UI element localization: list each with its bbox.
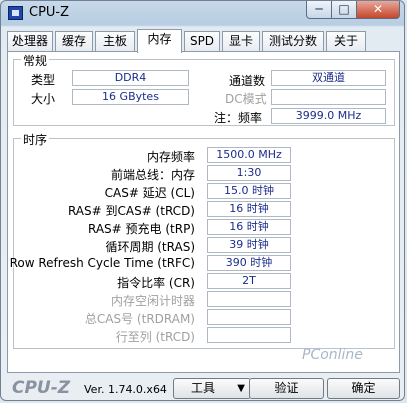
version-label: Ver. 1.74.0.x64 [84,383,167,396]
channels-value: 双通道 [271,70,386,86]
timing-label: 总CAS号 (tRDRAM) [84,312,195,326]
timing-value: 16 时钟 [207,219,291,235]
timing-label: RAS# 预充电 (tRP) [87,222,195,236]
minimize-button[interactable]: ─ [306,1,332,19]
timing-label: CAS# 延迟 (CL) [104,186,195,200]
tab-spd[interactable]: SPD [184,31,220,51]
general-group: 常规 类型 DDR4 大小 16 GBytes 通道数 双通道 DC模式 注：频… [13,52,395,126]
tab-graphics[interactable]: 显卡 [222,31,260,51]
timing-value: 1:30 [207,165,291,181]
timing-value: 15.0 时钟 [207,183,291,199]
tab-cache[interactable]: 缓存 [55,31,93,51]
timing-value: 390 时钟 [207,255,291,271]
timing-label: 指令比率 (CR) [117,276,195,290]
timing-value [207,291,291,307]
cpuz-window: CPU-Z ─ □ ✕ 处理器 缓存 主板 内存 SPD 显卡 测试分数 关于 … [0,0,405,401]
window-title: CPU-Z [29,5,70,20]
timing-value: 1500.0 MHz [207,147,291,163]
timing-label: 内存频率 [146,150,195,164]
channels-label: 通道数 [229,74,266,88]
cpu-z-logo: CPU-Z [12,378,71,398]
timing-value [207,327,291,343]
timing-label: 循环周期 (tRAS) [105,240,195,254]
maximize-button[interactable]: □ [331,1,357,19]
dc-mode-label: DC模式 [225,92,267,106]
tools-button[interactable]: 工具 ▼ [173,378,251,399]
timing-value [207,309,291,325]
close-button[interactable]: ✕ [356,1,400,19]
dc-mode-value [271,89,386,105]
timing-value: 39 时钟 [207,237,291,253]
tab-memory[interactable]: 内存 [137,29,182,53]
size-value: 16 GBytes [72,89,189,105]
frequency-value: 3999.0 MHz [271,108,386,124]
timing-label: Row Refresh Cycle Time (tRFC) [9,256,195,270]
tab-processor[interactable]: 处理器 [7,31,53,51]
tools-button-label: 工具 [191,381,216,395]
timing-label: 前端总线：内存 [110,168,195,182]
cpu-z-app-icon [8,6,23,20]
timings-group: 时序 内存频率 1500.0 MHz 前端总线：内存 1:30 CAS# 延迟 (CL)… [9,131,395,349]
tab-about[interactable]: 关于 [326,31,366,51]
timing-label: 内存空闲计时器 [110,294,195,308]
memory-tab-content: 常规 类型 DDR4 大小 16 GBytes 通道数 双通道 DC模式 注：频… [7,51,400,373]
timing-value: 2T [207,273,291,289]
pconline-watermark: PConline [302,347,363,363]
general-group-title: 常规 [21,52,50,69]
tab-mainboard[interactable]: 主板 [95,31,135,51]
type-label: 类型 [31,73,56,87]
timing-label: 行至列 (tRCD) [115,330,195,344]
type-value: DDR4 [72,70,189,86]
timings-group-title: 时序 [21,131,50,148]
dropdown-arrow-icon[interactable]: ▼ [237,379,245,398]
tab-bench[interactable]: 测试分数 [262,31,324,51]
timing-label: RAS# 到CAS# (tRCD) [67,204,195,218]
frequency-label: 注：频率 [214,111,263,125]
ok-button[interactable]: 确定 [327,378,400,399]
validate-button[interactable]: 验证 [249,378,324,399]
title-bar[interactable]: CPU-Z ─ □ ✕ [1,1,404,25]
size-label: 大小 [31,92,56,106]
timing-value: 16 时钟 [207,201,291,217]
